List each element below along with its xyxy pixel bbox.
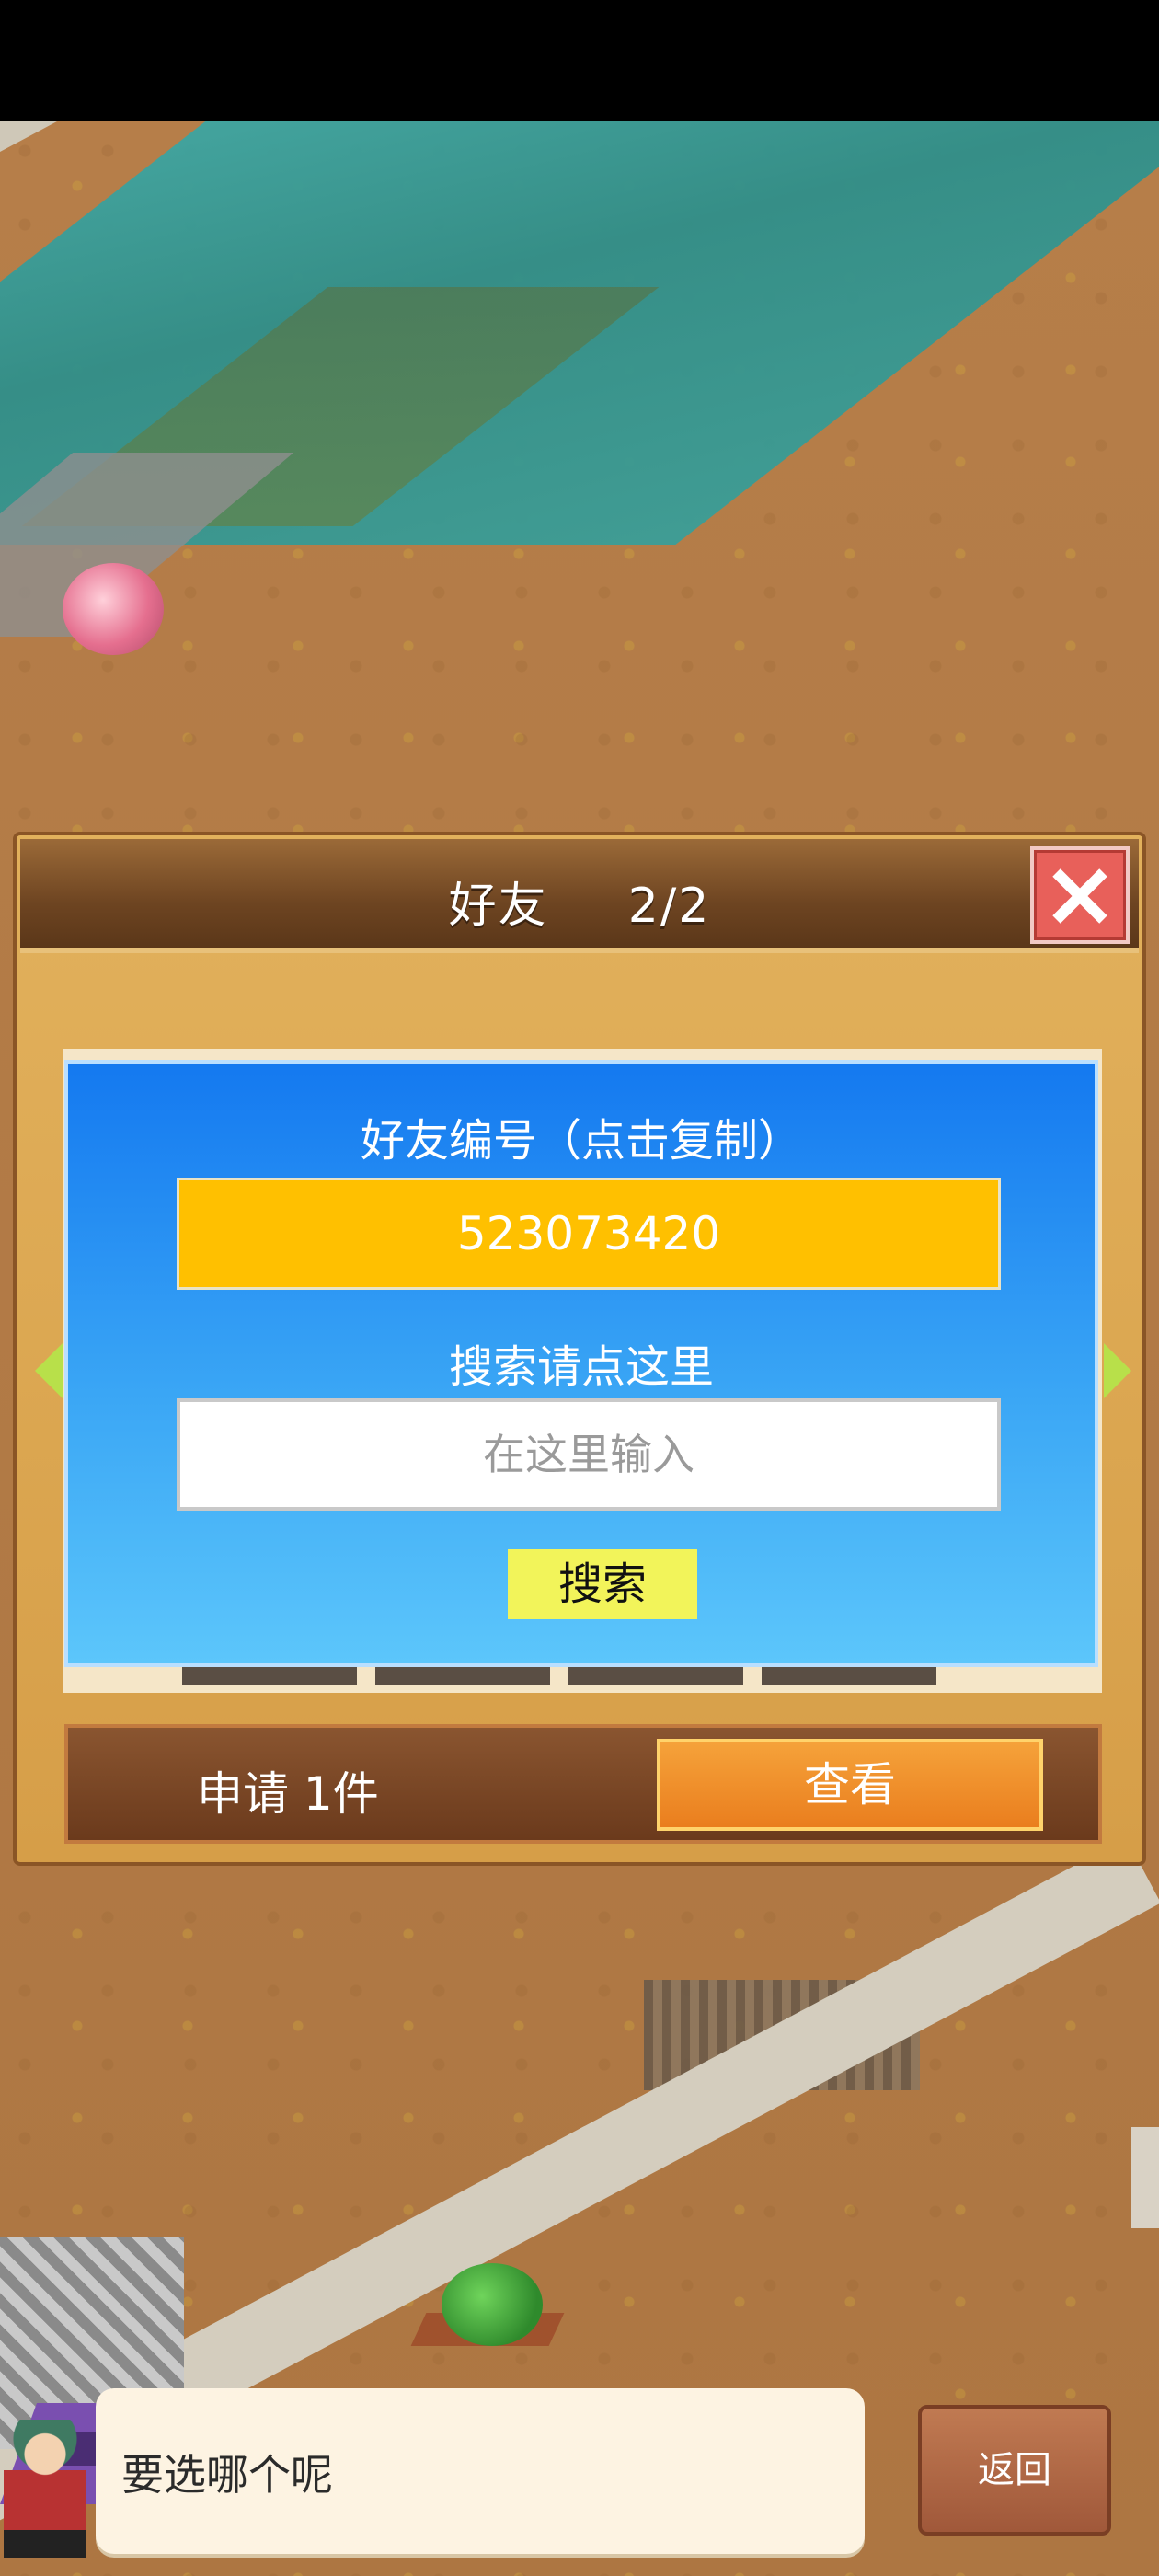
friends-dialog: 好友 2/2 好友编号（点击复制） 523073420 搜索请点这里 搜索 申请… <box>13 832 1146 1866</box>
coral-decoration <box>63 563 164 655</box>
bush-decoration <box>442 2263 543 2346</box>
friend-id-copy-button[interactable]: 523073420 <box>177 1178 1001 1290</box>
arrow-right-icon[interactable] <box>1104 1343 1131 1398</box>
status-bar <box>0 0 1159 121</box>
search-label: 搜索请点这里 <box>448 1341 714 1393</box>
speech-bubble: 要选哪个呢 <box>96 2388 865 2554</box>
close-button[interactable] <box>1030 846 1130 944</box>
dialog-title-text: 好友 <box>448 879 548 934</box>
friend-request-bar: 申请 1件 查看 <box>64 1724 1102 1844</box>
dialog-title: 好友 2/2 <box>20 867 1139 936</box>
view-requests-button[interactable]: 查看 <box>657 1739 1043 1831</box>
back-button[interactable]: 返回 <box>918 2405 1111 2536</box>
friend-count: 2/2 <box>627 879 711 934</box>
friend-id-label: 好友编号（点击复制） <box>360 1115 802 1167</box>
search-button[interactable]: 搜索 <box>508 1549 697 1619</box>
request-count-text: 申请 1件 <box>197 1767 379 1821</box>
friend-search-panel: 好友编号（点击复制） 523073420 搜索请点这里 搜索 <box>64 1060 1098 1667</box>
speech-text: 要选哪个呢 <box>121 2450 333 2500</box>
friend-search-input[interactable] <box>177 1398 1001 1511</box>
dialog-header: 好友 2/2 <box>20 839 1139 953</box>
arrow-left-icon[interactable] <box>35 1343 63 1398</box>
advisor-avatar <box>4 2420 86 2558</box>
lamp-post <box>1131 2127 1159 2228</box>
